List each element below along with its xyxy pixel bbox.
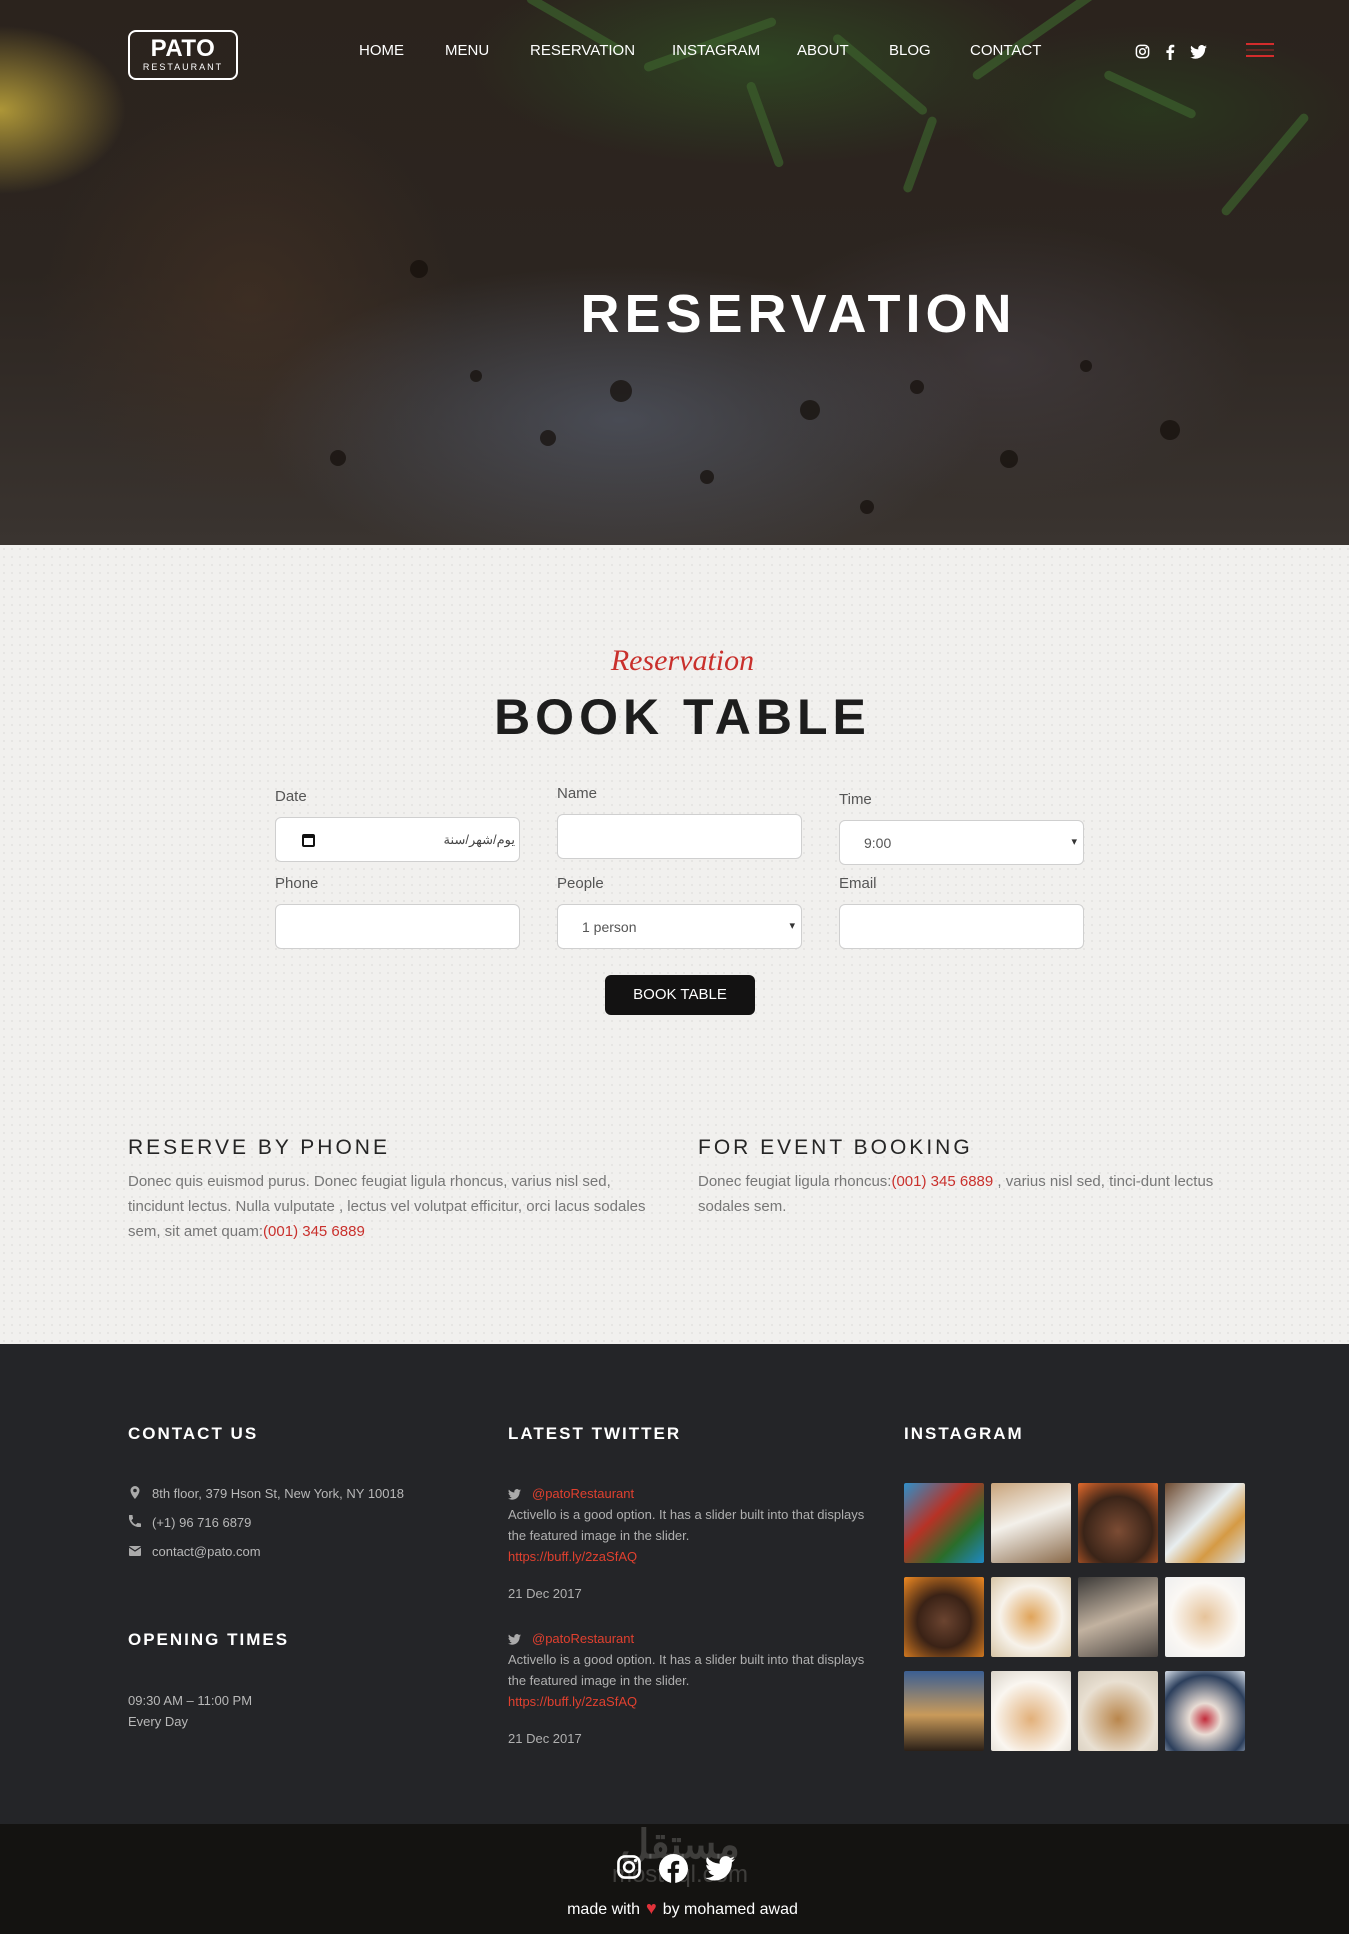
tel-text[interactable]: (+1) 96 716 6879: [152, 1515, 251, 1530]
reserve-phone-title: RESERVE BY PHONE: [128, 1136, 390, 1159]
instagram-photo[interactable]: [1078, 1577, 1158, 1657]
address-text: 8th floor, 379 Hson St, New York, NY 100…: [152, 1486, 404, 1501]
time-label: Time: [839, 791, 872, 808]
date-input[interactable]: يوم/شهر/سنة: [275, 817, 520, 862]
tweet-handle[interactable]: @patoRestaurant: [508, 1483, 868, 1504]
instagram-photo[interactable]: [904, 1671, 984, 1751]
instagram-photo[interactable]: [904, 1577, 984, 1657]
event-phone-number[interactable]: (001) 345 6889: [891, 1173, 993, 1190]
section-title: BOOK TABLE: [494, 689, 871, 745]
opening-days: Every Day: [128, 1714, 188, 1729]
hero-banner: PATO RESTAURANT HOME MENU RESERVATION IN…: [0, 0, 1349, 545]
date-value: يوم/شهر/سنة: [443, 832, 515, 847]
instagram-photo[interactable]: [1078, 1483, 1158, 1563]
calendar-icon[interactable]: [302, 834, 315, 847]
envelope-icon: [128, 1544, 142, 1560]
facebook-icon[interactable]: [659, 1854, 688, 1888]
event-booking-text: Donec feugiat ligula rhoncus:(001) 345 6…: [698, 1169, 1238, 1219]
twitter-icon: [508, 1486, 521, 1507]
tweet-text: Activello is a good option. It has a sli…: [508, 1652, 865, 1688]
tweet-link[interactable]: https://buff.ly/2zaSfAQ: [508, 1546, 868, 1567]
email-input[interactable]: [839, 904, 1084, 949]
made-before: made with: [567, 1901, 641, 1918]
event-text-before: Donec feugiat ligula rhoncus:: [698, 1173, 892, 1190]
instagram-title: INSTAGRAM: [904, 1424, 1024, 1443]
tweet-text: Activello is a good option. It has a sli…: [508, 1507, 865, 1543]
nav-menu[interactable]: MENU: [445, 42, 489, 60]
reserve-phone-body: Donec quis euismod purus. Donec feugiat …: [128, 1173, 646, 1240]
reserve-phone-text: Donec quis euismod purus. Donec feugiat …: [128, 1169, 658, 1244]
site-footer: CONTACT US 8th floor, 379 Hson St, New Y…: [0, 1344, 1349, 1824]
phone-input[interactable]: [275, 904, 520, 949]
nav-instagram[interactable]: INSTAGRAM: [672, 42, 760, 60]
contact-title: CONTACT US: [128, 1424, 259, 1443]
section-subtitle: Reservation: [610, 644, 755, 677]
opening-hours: 09:30 AM – 11:00 PM: [128, 1693, 253, 1708]
nav-home[interactable]: HOME: [359, 42, 404, 60]
time-value: 9:00: [864, 835, 892, 851]
nav-contact[interactable]: CONTACT: [970, 42, 1041, 60]
instagram-photo[interactable]: [1165, 1671, 1245, 1751]
tweet-link[interactable]: https://buff.ly/2zaSfAQ: [508, 1691, 868, 1712]
instagram-photo[interactable]: [1165, 1577, 1245, 1657]
twitter-icon[interactable]: [1190, 45, 1207, 64]
event-booking-title: FOR EVENT BOOKING: [698, 1136, 973, 1159]
brand-sub: RESTAURANT: [142, 62, 224, 72]
email-label: Email: [839, 875, 877, 892]
contact-address: 8th floor, 379 Hson St, New York, NY 100…: [130, 1486, 404, 1502]
book-table-button[interactable]: BOOK TABLE: [605, 975, 755, 1015]
name-input[interactable]: [557, 814, 802, 859]
instagram-photo[interactable]: [1078, 1671, 1158, 1751]
tweet-item: @patoRestaurant Activello is a good opti…: [508, 1483, 868, 1604]
instagram-photo[interactable]: [991, 1577, 1071, 1657]
people-label: People: [557, 875, 604, 892]
facebook-icon[interactable]: [1165, 44, 1175, 65]
instagram-photo[interactable]: [991, 1483, 1071, 1563]
date-label: Date: [275, 788, 307, 805]
phone-icon: [128, 1515, 142, 1531]
reserve-phone-number[interactable]: (001) 345 6889: [263, 1223, 365, 1240]
opening-title: OPENING TIMES: [128, 1630, 290, 1649]
instagram-grid: [904, 1483, 1246, 1753]
brand-logo[interactable]: PATO RESTAURANT: [128, 30, 238, 80]
map-pin-icon: [128, 1486, 142, 1503]
tweet-handle[interactable]: @patoRestaurant: [508, 1628, 868, 1649]
hamburger-menu-icon[interactable]: [1246, 43, 1274, 57]
twitter-icon[interactable]: [705, 1856, 735, 1886]
brand-name: PATO: [150, 35, 216, 62]
instagram-icon[interactable]: [616, 1854, 642, 1885]
made-after: by mohamed awad: [662, 1901, 798, 1918]
instagram-icon[interactable]: [1135, 44, 1150, 64]
hero-title: RESERVATION: [580, 284, 1017, 344]
people-select[interactable]: 1 person ▾: [557, 904, 802, 949]
nav-blog[interactable]: BLOG: [889, 42, 931, 60]
reservation-section: Reservation BOOK TABLE Date يوم/شهر/سنة …: [0, 545, 1349, 1344]
instagram-photo[interactable]: [904, 1483, 984, 1563]
chevron-down-icon: ▾: [1071, 836, 1077, 848]
nav-reservation[interactable]: RESERVATION: [530, 42, 635, 60]
email-text[interactable]: contact@pato.com: [152, 1544, 261, 1559]
nav-about[interactable]: ABOUT: [797, 42, 849, 60]
chevron-down-icon: ▾: [789, 920, 795, 932]
tweet-date: 21 Dec 2017: [508, 1731, 582, 1746]
heart-icon: ♥: [646, 1898, 657, 1918]
tweet-date: 21 Dec 2017: [508, 1586, 582, 1601]
bottom-bar: مستقل mostaql.com made with♥by mohamed a…: [0, 1823, 1349, 1934]
made-with-text: made with ♥ by mohamed awad: [0, 1898, 1349, 1920]
instagram-photo[interactable]: [991, 1671, 1071, 1751]
tweet-item: @patoRestaurant Activello is a good opti…: [508, 1628, 868, 1749]
twitter-title: LATEST TWITTER: [508, 1424, 682, 1443]
twitter-icon: [508, 1631, 521, 1652]
instagram-photo[interactable]: [1165, 1483, 1245, 1563]
people-value: 1 person: [582, 919, 637, 935]
contact-tel: (+1) 96 716 6879: [128, 1515, 251, 1531]
contact-email: contact@pato.com: [128, 1544, 261, 1560]
phone-label: Phone: [275, 875, 319, 892]
name-label: Name: [557, 785, 598, 802]
time-select[interactable]: 9:00 ▾: [839, 820, 1084, 865]
